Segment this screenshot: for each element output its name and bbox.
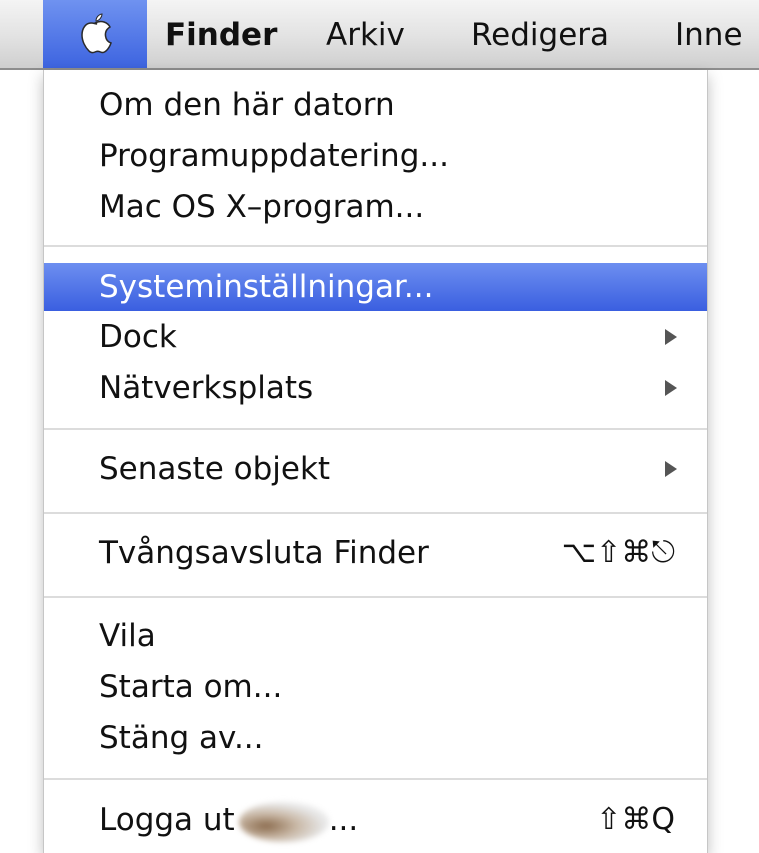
apple-menu-button[interactable] (43, 0, 147, 68)
submenu-arrow-icon (665, 329, 677, 345)
menu-redigera[interactable]: Redigera (471, 17, 609, 53)
menu-item-label: Logga ut... (99, 796, 358, 844)
keyboard-shortcut: ⌥⇧⌘⎋ (561, 535, 675, 570)
menu-item-label: Programuppdatering... (99, 138, 449, 174)
menu-item-label: Senaste objekt (99, 451, 331, 487)
submenu-arrow-icon (665, 380, 677, 396)
menu-item-dock[interactable]: Dock (44, 313, 707, 361)
menu-item-system-preferences[interactable]: Systeminställningar... (44, 263, 707, 311)
menu-item-about[interactable]: Om den här datorn (44, 81, 707, 129)
menu-item-log-out[interactable]: Logga ut... ⇧⌘Q (44, 796, 707, 844)
menu-item-label: Vila (99, 618, 156, 654)
menu-bar: Finder Arkiv Redigera Inne (0, 0, 759, 70)
menu-inne[interactable]: Inne (675, 17, 743, 53)
menu-arkiv[interactable]: Arkiv (326, 17, 405, 53)
menu-item-restart[interactable]: Starta om... (44, 663, 707, 711)
menu-item-label: Starta om... (99, 669, 283, 705)
apple-logo-icon (81, 13, 112, 54)
menu-item-label: Systeminställningar... (99, 269, 434, 305)
redacted-username (238, 801, 329, 842)
menu-separator (44, 778, 707, 780)
menu-item-label: Tvångsavsluta Finder (99, 535, 429, 571)
log-out-label-prefix: Logga ut (99, 802, 235, 838)
menu-item-recent-items[interactable]: Senaste objekt (44, 445, 707, 493)
keyboard-shortcut: ⇧⌘Q (596, 802, 675, 837)
menu-finder[interactable]: Finder (165, 17, 277, 53)
menu-item-mac-os-x-software[interactable]: Mac OS X–program... (44, 183, 707, 231)
menu-separator (44, 245, 707, 247)
screen: Finder Arkiv Redigera Inne Om den här da… (0, 0, 759, 853)
menu-item-label: Dock (99, 319, 177, 355)
menu-item-label: Mac OS X–program... (99, 189, 425, 225)
menu-item-label: Om den här datorn (99, 87, 395, 123)
submenu-arrow-icon (665, 461, 677, 477)
menu-separator (44, 596, 707, 598)
menu-item-software-update[interactable]: Programuppdatering... (44, 132, 707, 180)
menu-item-label: Stäng av... (99, 720, 264, 756)
menu-item-shut-down[interactable]: Stäng av... (44, 714, 707, 762)
menu-separator (44, 428, 707, 430)
menu-separator (44, 512, 707, 514)
menu-item-sleep[interactable]: Vila (44, 612, 707, 660)
menu-item-location[interactable]: Nätverksplats (44, 364, 707, 412)
apple-menu-dropdown: Om den här datorn Programuppdatering... … (43, 70, 708, 853)
log-out-label-suffix: ... (328, 802, 359, 838)
menu-item-force-quit[interactable]: Tvångsavsluta Finder ⌥⇧⌘⎋ (44, 529, 707, 577)
menu-item-label: Nätverksplats (99, 370, 314, 406)
